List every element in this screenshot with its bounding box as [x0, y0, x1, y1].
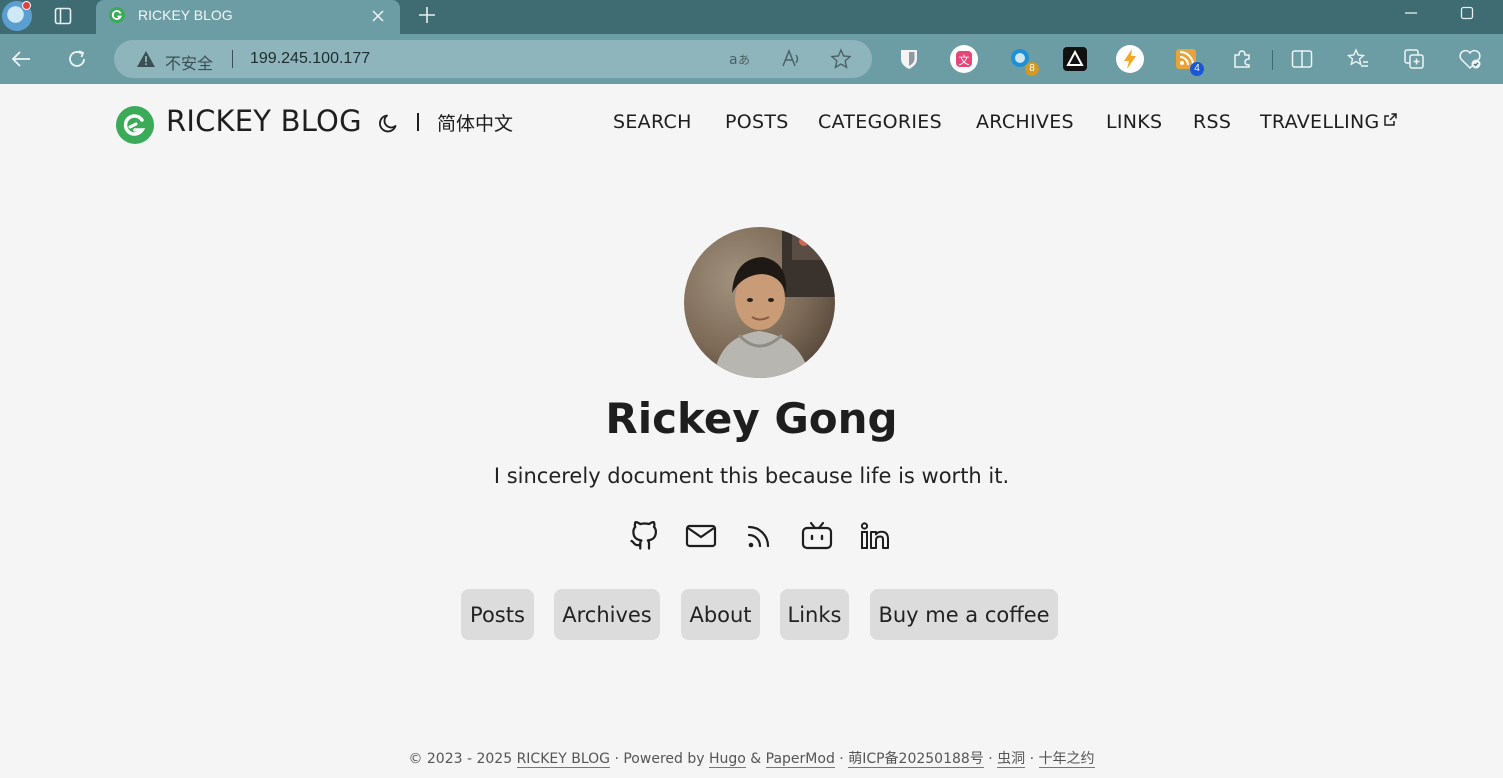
footer-site-link[interactable]: RICKEY BLOG [516, 751, 611, 768]
footer-text: & [745, 751, 766, 767]
collections-icon[interactable] [1399, 44, 1429, 74]
menu-item-posts[interactable]: POSTS [725, 111, 789, 133]
menu-item-categories[interactable]: CATEGORIES [818, 111, 942, 133]
tab-actions-icon[interactable] [52, 5, 74, 27]
footer-hugo-link[interactable]: Hugo [708, 751, 746, 768]
footer-papermod-link[interactable]: PaperMod [765, 751, 835, 768]
url-text[interactable]: 199.245.100.177 [250, 50, 370, 68]
bilibili-icon[interactable] [801, 520, 833, 552]
browser-profile-icon[interactable] [2, 1, 32, 31]
site-favicon-icon [109, 7, 125, 23]
mail-icon[interactable] [685, 520, 717, 552]
svg-text:a: a [729, 52, 738, 68]
svg-text:あ: あ [738, 53, 750, 67]
menu-item-rss[interactable]: RSS [1193, 111, 1231, 133]
browser-tab-active[interactable]: RICKEY BLOG [96, 0, 400, 34]
tab-close-icon[interactable] [368, 6, 388, 26]
translate-icon[interactable]: aあ [728, 48, 750, 70]
address-divider [232, 50, 233, 68]
translate-extension-icon[interactable]: 文 [949, 44, 979, 74]
menu-item-label: TRAVELLING [1260, 111, 1380, 133]
github-icon[interactable] [628, 520, 660, 552]
menu-item-travelling[interactable]: TRAVELLING [1260, 111, 1397, 133]
menu-item-links[interactable]: LINKS [1106, 111, 1162, 133]
search-extension-icon[interactable]: 8 [1006, 44, 1039, 76]
profile-name: Rickey Gong [605, 394, 898, 443]
browser-toolbar: 不安全 199.245.100.177 aあ 文 8 4 [0, 34, 1503, 84]
favorites-icon[interactable] [1343, 44, 1373, 74]
rss-icon[interactable] [743, 520, 775, 552]
linkedin-icon[interactable] [859, 520, 891, 552]
browser-tab-bar: RICKEY BLOG [0, 0, 1503, 34]
footer-text: · Powered by [610, 751, 709, 767]
notification-dot [22, 1, 31, 10]
extension-badge: 8 [1025, 62, 1039, 76]
minimize-icon[interactable] [1398, 2, 1424, 24]
footer-icp-link[interactable]: 萌ICP备20250188号 [848, 751, 984, 768]
footer-ten-year-link[interactable]: 十年之约 [1038, 751, 1095, 768]
links-button[interactable]: Links [780, 589, 849, 640]
footer-separator: · [1025, 751, 1039, 767]
refresh-icon[interactable] [64, 46, 90, 72]
buy-me-a-coffee-button[interactable]: Buy me a coffee [870, 589, 1058, 640]
menu-item-search[interactable]: SEARCH [613, 111, 692, 133]
archives-button[interactable]: Archives [554, 589, 660, 640]
extensions-puzzle-icon[interactable] [1227, 44, 1257, 74]
browser-essentials-icon[interactable] [1455, 44, 1485, 74]
favorite-star-icon[interactable] [830, 48, 852, 70]
svg-text:文: 文 [959, 53, 970, 67]
rss-extension-icon[interactable]: 4 [1171, 44, 1204, 76]
site-footer: © 2023 - 2025 RICKEY BLOG · Powered by H… [0, 748, 1503, 768]
read-aloud-icon[interactable] [780, 48, 802, 70]
back-arrow-icon[interactable] [8, 46, 34, 72]
menu-item-archives[interactable]: ARCHIVES [976, 111, 1074, 133]
footer-wormhole-link[interactable]: 虫洞 [997, 751, 1026, 768]
posts-button[interactable]: Posts [461, 589, 534, 640]
external-link-icon [1383, 113, 1397, 126]
profile-avatar [684, 227, 835, 378]
split-screen-icon[interactable] [1287, 44, 1317, 74]
profile-subtitle: I sincerely document this because life i… [493, 464, 1010, 488]
footer-copyright: © 2023 - 2025 [408, 751, 517, 767]
vercel-extension-icon[interactable] [1060, 44, 1090, 74]
bitwarden-icon[interactable] [894, 44, 924, 74]
maximize-icon[interactable] [1454, 2, 1480, 24]
footer-separator: · [834, 751, 849, 767]
main-menu: SEARCH POSTS CATEGORIES ARCHIVES LINKS R… [0, 111, 1503, 137]
warning-icon[interactable] [136, 49, 156, 69]
address-bar[interactable]: 不安全 199.245.100.177 aあ [114, 40, 872, 78]
security-label[interactable]: 不安全 [165, 50, 213, 74]
blog-page: RICKEY BLOG 简体中文 SEARCH POSTS CATEGORIES… [0, 84, 1503, 778]
tab-title: RICKEY BLOG [138, 7, 233, 23]
extension-badge: 4 [1190, 62, 1204, 76]
about-button[interactable]: About [681, 589, 760, 640]
toolbar-divider [1272, 50, 1273, 70]
new-tab-icon[interactable] [414, 2, 440, 28]
footer-separator: · [983, 751, 998, 767]
speed-extension-icon[interactable] [1115, 44, 1145, 74]
